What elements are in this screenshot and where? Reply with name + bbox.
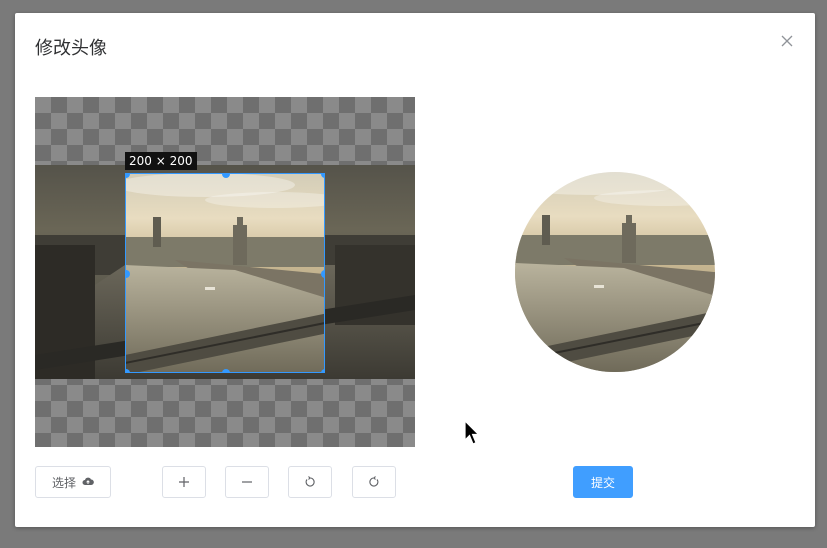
crop-selection-box[interactable] (125, 173, 325, 373)
image-cropper[interactable]: 200 × 200 (35, 97, 415, 447)
minus-icon (242, 481, 252, 483)
select-image-button[interactable]: 选择 (35, 466, 111, 498)
resize-handle-se[interactable] (321, 369, 324, 372)
dialog-title: 修改头像 (35, 38, 107, 59)
rotate-right-button[interactable] (352, 466, 396, 498)
plus-icon (179, 477, 189, 487)
close-icon[interactable] (779, 33, 795, 49)
upload-cloud-icon (82, 475, 94, 489)
crop-size-label: 200 × 200 (125, 152, 197, 170)
preview-image (515, 172, 715, 372)
avatar-dialog: 修改头像 200 × 200 选择 提交 (15, 13, 815, 527)
cropped-image (126, 174, 324, 372)
submit-button[interactable]: 提交 (573, 466, 633, 498)
rotate-right-icon (369, 476, 379, 487)
rotate-left-icon (305, 476, 315, 487)
zoom-in-button[interactable] (162, 466, 206, 498)
avatar-preview (515, 172, 715, 372)
resize-handle-e[interactable] (321, 270, 324, 278)
select-button-label: 选择 (51, 475, 76, 490)
mouse-pointer-icon (464, 420, 480, 445)
zoom-out-button[interactable] (225, 466, 269, 498)
resize-handle-s[interactable] (222, 369, 230, 372)
rotate-left-button[interactable] (288, 466, 332, 498)
